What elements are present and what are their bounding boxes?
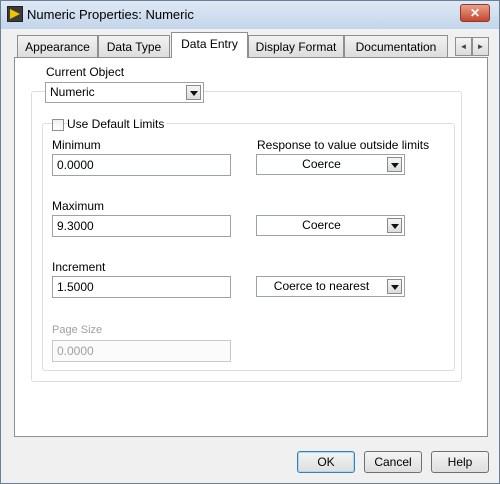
title-bar: Numeric Properties: Numeric ✕ <box>1 1 499 29</box>
minimum-response-value: Coerce <box>302 157 341 171</box>
data-entry-panel: Current Object Numeric Use Default Limit… <box>14 57 488 437</box>
tab-data-type[interactable]: Data Type <box>98 35 170 58</box>
increment-label: Increment <box>52 260 106 274</box>
maximum-label: Maximum <box>52 199 105 213</box>
increment-response-select[interactable]: Coerce to nearest <box>256 276 405 297</box>
labview-app-icon <box>7 6 23 22</box>
use-default-limits-label: Use Default Limits <box>67 117 167 131</box>
chevron-down-icon[interactable] <box>387 279 402 294</box>
use-default-limits-checkbox[interactable] <box>52 119 64 131</box>
increment-response-value: Coerce to nearest <box>273 279 370 293</box>
minimum-input[interactable]: 0.0000 <box>52 154 231 176</box>
current-object-select[interactable]: Numeric <box>45 82 204 103</box>
chevron-down-icon[interactable] <box>186 85 201 100</box>
tab-documentation[interactable]: Documentation <box>344 35 448 58</box>
ok-button[interactable]: OK <box>297 451 355 473</box>
maximum-input[interactable]: 9.3000 <box>52 215 231 237</box>
tab-scroll-right-icon[interactable]: ► <box>472 37 489 56</box>
maximum-response-value: Coerce <box>302 218 341 232</box>
chevron-down-icon[interactable] <box>387 157 402 172</box>
tab-appearance[interactable]: Appearance <box>17 35 98 58</box>
tab-display-format[interactable]: Display Format <box>248 35 344 58</box>
tab-data-entry[interactable]: Data Entry <box>171 32 248 58</box>
help-button[interactable]: Help <box>431 451 489 473</box>
window-title: Numeric Properties: Numeric <box>27 7 194 22</box>
maximum-response-select[interactable]: Coerce <box>256 215 405 236</box>
minimum-response-select[interactable]: Coerce <box>256 154 405 175</box>
properties-dialog: Numeric Properties: Numeric ✕ Appearance… <box>0 0 500 484</box>
cancel-button[interactable]: Cancel <box>364 451 422 473</box>
page-size-label: Page Size <box>52 324 103 336</box>
close-button[interactable]: ✕ <box>460 4 490 22</box>
increment-input[interactable]: 1.5000 <box>52 276 231 298</box>
tab-scroll-left-icon[interactable]: ◄ <box>455 37 472 56</box>
response-label: Response to value outside limits <box>257 138 430 152</box>
minimum-label: Minimum <box>52 138 101 152</box>
current-object-value: Numeric <box>50 85 95 99</box>
page-size-input: 0.0000 <box>52 340 231 362</box>
current-object-label: Current Object <box>46 65 125 79</box>
chevron-down-icon[interactable] <box>387 218 402 233</box>
